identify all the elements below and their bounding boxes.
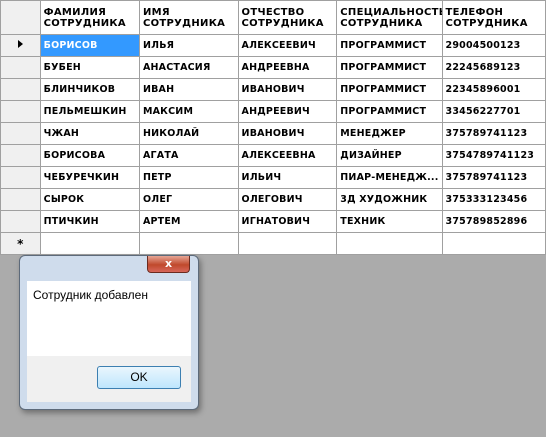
dialog-message: Сотрудник добавлен: [33, 288, 148, 302]
table-cell[interactable]: БУБЕН: [39, 56, 140, 79]
table-cell[interactable]: БОРИСОВ: [39, 34, 140, 57]
row-header[interactable]: [0, 122, 41, 145]
table-cell[interactable]: ОЛЕГ: [138, 188, 239, 211]
table-row[interactable]: БОРИСОВА АГАТА АЛЕКСЕЕВНА ДИЗАЙНЕР 375478974…: [0, 144, 546, 167]
table-cell[interactable]: 375789741123: [441, 122, 546, 145]
table-cell[interactable]: ПРОГРАММИСТ: [336, 78, 443, 101]
table-cell[interactable]: 33456227701: [441, 100, 546, 123]
new-row-star-icon: *: [17, 236, 24, 251]
table-cell[interactable]: АЛЕКСЕЕВИЧ: [237, 34, 338, 57]
table-cell[interactable]: ПРОГРАММИСТ: [336, 34, 443, 57]
table-cell[interactable]: ПРОГРАММИСТ: [336, 100, 443, 123]
table-cell[interactable]: ПЕЛЬМЕШКИН: [39, 100, 140, 123]
table-cell[interactable]: 3754789741123: [441, 144, 546, 167]
table-cell[interactable]: БОРИСОВА: [39, 144, 140, 167]
new-row-cell[interactable]: [138, 232, 239, 255]
table-cell[interactable]: АГАТА: [138, 144, 239, 167]
corner-header[interactable]: [0, 0, 41, 35]
new-row-cell[interactable]: [39, 232, 140, 255]
table-cell[interactable]: АНАСТАСИЯ: [138, 56, 239, 79]
table-cell[interactable]: 375789741123: [441, 166, 546, 189]
table-cell[interactable]: НИКОЛАЙ: [138, 122, 239, 145]
table-cell[interactable]: 22245689123: [441, 56, 546, 79]
column-header-lastname[interactable]: ФАМИЛИЯ СОТРУДНИКА: [39, 0, 140, 35]
header-row: ФАМИЛИЯ СОТРУДНИКА ИМЯ СОТРУДНИКА ОТЧЕСТ…: [0, 0, 546, 35]
column-header-label: ОТЧЕСТВО СОТРУДНИКА: [241, 6, 324, 29]
table-cell[interactable]: 375789852896: [441, 210, 546, 233]
new-row-cell[interactable]: [336, 232, 443, 255]
row-header[interactable]: [0, 188, 41, 211]
table-cell[interactable]: ПИАР-МЕНЕДЖ...: [336, 166, 443, 189]
table-cell[interactable]: АНДРЕЕВНА: [237, 56, 338, 79]
table-cell[interactable]: ПЕТР: [138, 166, 239, 189]
column-header-label: ИМЯ СОТРУДНИКА: [142, 6, 226, 29]
table-cell[interactable]: ЧЖАН: [39, 122, 140, 145]
table-cell[interactable]: ИЛЬЯ: [138, 34, 239, 57]
table-row[interactable]: БУБЕН АНАСТАСИЯ АНДРЕЕВНА ПРОГРАММИСТ 222456…: [0, 56, 546, 79]
table-row[interactable]: ПЕЛЬМЕШКИН МАКСИМ АНДРЕЕВИЧ ПРОГРАММИСТ 3345…: [0, 100, 546, 123]
close-icon: x: [164, 257, 173, 270]
new-row-cell[interactable]: [237, 232, 338, 255]
ok-button[interactable]: OK: [97, 366, 181, 389]
column-header-label: ФАМИЛИЯ СОТРУДНИКА: [43, 6, 126, 29]
table-cell[interactable]: ПТИЧКИН: [39, 210, 140, 233]
row-header[interactable]: [0, 144, 41, 167]
current-row-arrow-icon: [17, 40, 23, 48]
table-cell[interactable]: ОЛЕГОВИЧ: [237, 188, 338, 211]
table-cell[interactable]: МЕНЕДЖЕР: [336, 122, 443, 145]
table-row[interactable]: БЛИНЧИКОВ ИВАН ИВАНОВИЧ ПРОГРАММИСТ 22345896…: [0, 78, 546, 101]
table-cell[interactable]: СЫРОК: [39, 188, 140, 211]
table-cell[interactable]: 375333123456: [441, 188, 546, 211]
table-cell[interactable]: ПРОГРАММИСТ: [336, 56, 443, 79]
new-row-header[interactable]: *: [0, 232, 41, 255]
table-row[interactable]: БОРИСОВ ИЛЬЯ АЛЕКСЕЕВИЧ ПРОГРАММИСТ 29004500…: [0, 34, 546, 57]
table-cell[interactable]: АРТЕМ: [138, 210, 239, 233]
row-header[interactable]: [0, 34, 41, 57]
table-cell[interactable]: БЛИНЧИКОВ: [39, 78, 140, 101]
column-header-patronymic[interactable]: ОТЧЕСТВО СОТРУДНИКА: [237, 0, 338, 35]
column-header-label: ТЕЛЕФОН СОТРУДНИКА: [445, 6, 528, 29]
new-row[interactable]: *: [0, 232, 546, 255]
column-header-label: СПЕЦИАЛЬНОСТЬ СОТРУДНИКА: [340, 6, 443, 29]
column-header-firstname[interactable]: ИМЯ СОТРУДНИКА: [138, 0, 239, 35]
row-header[interactable]: [0, 210, 41, 233]
table-cell[interactable]: ЧЕБУРЕЧКИН: [39, 166, 140, 189]
table-row[interactable]: ЧЖАН НИКОЛАЙ ИВАНОВИЧ МЕНЕДЖЕР 375789741123: [0, 122, 546, 145]
table-cell[interactable]: 3Д ХУДОЖНИК: [336, 188, 443, 211]
table-cell[interactable]: АЛЕКСЕЕВНА: [237, 144, 338, 167]
table-row[interactable]: ЧЕБУРЕЧКИН ПЕТР ИЛЬИЧ ПИАР-МЕНЕДЖ... 3757897…: [0, 166, 546, 189]
dialog-footer: OK: [27, 356, 191, 402]
table-cell[interactable]: ИЛЬИЧ: [237, 166, 338, 189]
new-row-cell[interactable]: [441, 232, 546, 255]
row-header[interactable]: [0, 166, 41, 189]
table-cell[interactable]: АНДРЕЕВИЧ: [237, 100, 338, 123]
table-row[interactable]: ПТИЧКИН АРТЕМ ИГНАТОВИЧ ТЕХНИК 375789852896: [0, 210, 546, 233]
table-cell[interactable]: ИВАН: [138, 78, 239, 101]
table-cell[interactable]: ИВАНОВИЧ: [237, 78, 338, 101]
table-cell[interactable]: ДИЗАЙНЕР: [336, 144, 443, 167]
close-button[interactable]: x: [147, 256, 190, 273]
row-header[interactable]: [0, 56, 41, 79]
table-row[interactable]: СЫРОК ОЛЕГ ОЛЕГОВИЧ 3Д ХУДОЖНИК 375333123456: [0, 188, 546, 211]
table-cell[interactable]: 22345896001: [441, 78, 546, 101]
table-cell[interactable]: ТЕХНИК: [336, 210, 443, 233]
row-header[interactable]: [0, 78, 41, 101]
message-dialog: x Сотрудник добавлен OK: [19, 255, 199, 410]
employee-grid[interactable]: ФАМИЛИЯ СОТРУДНИКА ИМЯ СОТРУДНИКА ОТЧЕСТ…: [0, 0, 546, 255]
row-header[interactable]: [0, 100, 41, 123]
table-cell[interactable]: ИГНАТОВИЧ: [237, 210, 338, 233]
column-header-specialty[interactable]: СПЕЦИАЛЬНОСТЬ СОТРУДНИКА: [336, 0, 443, 35]
column-header-phone[interactable]: ТЕЛЕФОН СОТРУДНИКА: [441, 0, 546, 35]
table-cell[interactable]: ИВАНОВИЧ: [237, 122, 338, 145]
table-cell[interactable]: МАКСИМ: [138, 100, 239, 123]
employee-table[interactable]: ФАМИЛИЯ СОТРУДНИКА ИМЯ СОТРУДНИКА ОТЧЕСТ…: [0, 0, 546, 255]
table-cell[interactable]: 29004500123: [441, 34, 546, 57]
